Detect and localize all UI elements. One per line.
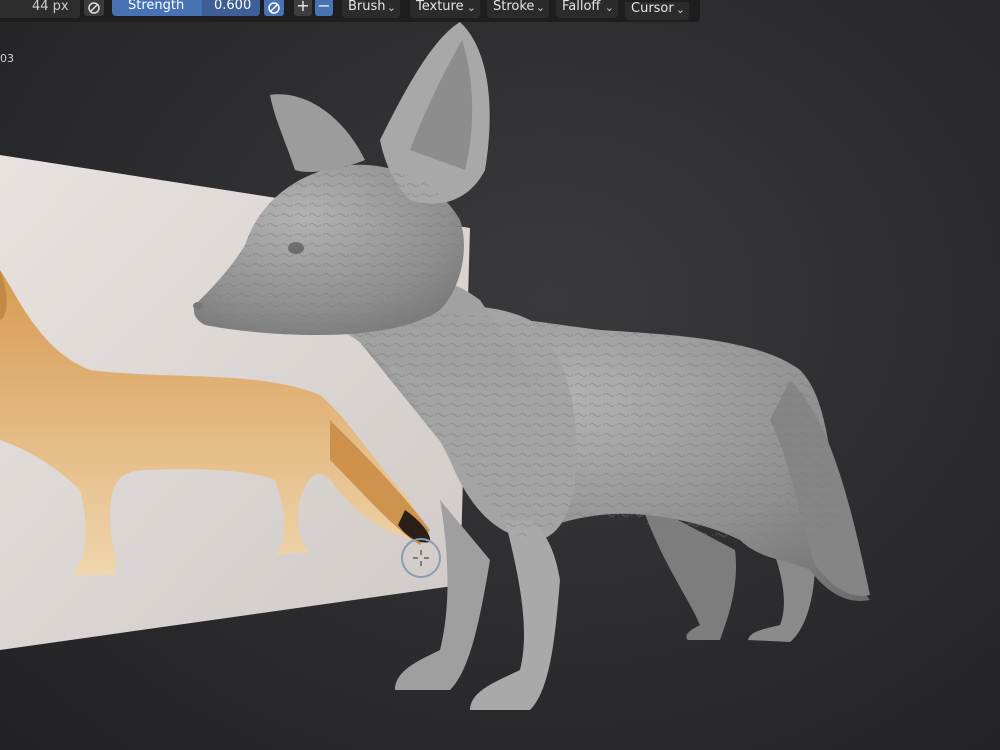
strength-label: Strength [128,0,185,13]
falloff-menu-label: Falloff [562,0,601,14]
stroke-menu-label: Stroke [493,0,535,14]
sculpt-header-toolbar: 44 px Strength 0.600 + − Brush ⌄ Texture… [0,0,700,22]
chevron-down-icon: ⌄ [535,1,545,14]
subtract-mode-button[interactable]: − [315,0,333,16]
cursor-menu[interactable]: Cursor ⌄ [625,2,689,20]
chevron-down-icon: ⌄ [675,3,685,16]
strength-pressure-icon[interactable] [264,0,284,16]
add-mode-button[interactable]: + [294,0,312,16]
cursor-menu-label: Cursor [631,1,674,16]
chevron-down-icon: ⌄ [604,1,614,14]
chevron-down-icon: ⌄ [386,1,396,14]
radius-field[interactable]: 44 px [0,0,80,18]
stroke-menu[interactable]: Stroke ⌄ [487,0,549,18]
texture-menu[interactable]: Texture ⌄ [410,0,480,18]
sculpt-brush-cursor-icon [401,538,441,578]
texture-menu-label: Texture [416,0,464,14]
sculpt-viewport[interactable] [0,0,1000,750]
strength-value: 0.600 [202,0,260,16]
viewport-corner-text: 03 [0,52,14,65]
falloff-menu[interactable]: Falloff ⌄ [556,0,618,18]
strength-field[interactable]: Strength 0.600 [112,0,260,16]
brush-menu-label: Brush [348,0,386,14]
brush-menu[interactable]: Brush ⌄ [342,0,400,18]
pen-pressure-icon[interactable] [84,0,104,16]
radius-value: 44 px [32,0,69,14]
chevron-down-icon: ⌄ [466,1,476,14]
